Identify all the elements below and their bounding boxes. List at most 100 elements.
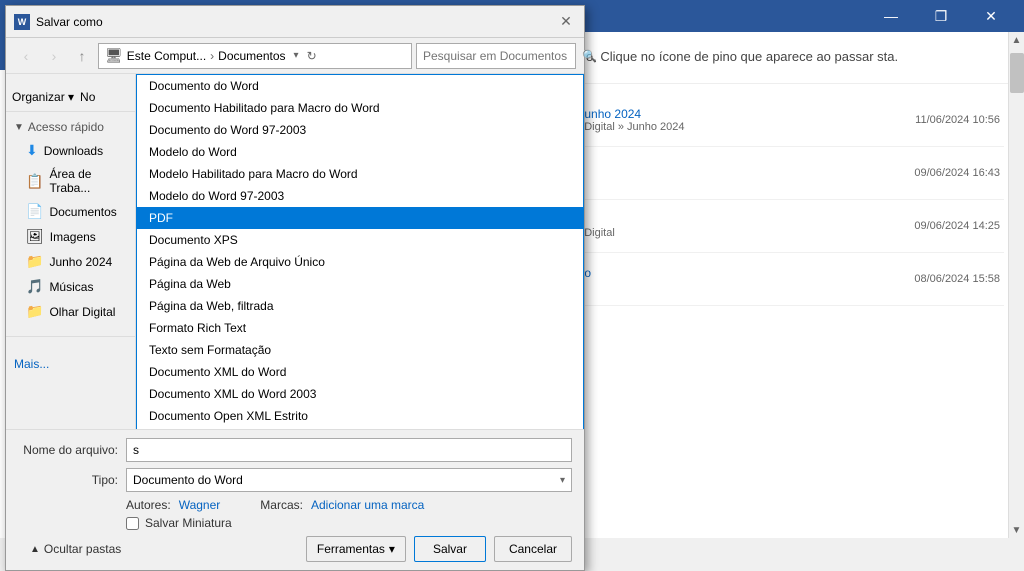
scroll-down-arrow[interactable]: ▼ <box>1009 522 1024 538</box>
dialog-body: Organizar ▾ No ▼ Acesso rápido ⬇ Downloa… <box>6 74 584 429</box>
quick-access-label: Acesso rápido <box>28 120 104 134</box>
marcas-label: Marcas: <box>260 498 303 512</box>
file-date: 09/06/2024 14:25 <box>914 220 1000 232</box>
tools-label: Ferramentas <box>317 542 385 556</box>
hide-folders-label[interactable]: Ocultar pastas <box>44 542 121 556</box>
dropdown-item-doc-word[interactable]: Documento do Word <box>137 75 583 97</box>
new-folder-btn[interactable]: No <box>80 90 95 104</box>
filename-input[interactable] <box>126 438 572 462</box>
type-select[interactable]: Documento do Word ▾ <box>126 468 572 492</box>
file-date: 08/06/2024 15:58 <box>914 273 1000 285</box>
dropdown-item-texto-sem-format[interactable]: Texto sem Formatação <box>137 339 583 361</box>
word-icon: W <box>14 14 30 30</box>
sidebar-item-label: Músicas <box>49 280 93 294</box>
downloads-icon: ⬇ <box>26 142 38 159</box>
imagens-icon: 🖼 <box>26 228 44 245</box>
sidebar-item-musicas[interactable]: 🎵 Músicas <box>6 274 135 299</box>
sidebar-more-section: Mais... <box>6 336 135 375</box>
autores-value[interactable]: Wagner <box>179 498 221 512</box>
search-icon: 🔍 <box>582 49 597 63</box>
documentos-icon: 📄 <box>26 203 43 220</box>
up-btn[interactable]: ↑ <box>70 44 94 68</box>
sidebar-item-area-trabalho[interactable]: 📋 Área de Traba... <box>6 163 135 199</box>
filename-row: Nome do arquivo: <box>18 438 572 462</box>
hide-folders-icon: ▲ <box>30 544 40 555</box>
scroll-track[interactable] <box>1009 48 1024 522</box>
back-btn[interactable]: ‹ <box>14 44 38 68</box>
sidebar-toolbar: Organizar ▾ No <box>6 82 135 112</box>
sidebar-item-label: Área de Traba... <box>49 167 127 195</box>
dropdown-item-doc-97-2003[interactable]: Documento do Word 97-2003 <box>137 119 583 141</box>
filename-label: Nome do arquivo: <box>18 443 118 457</box>
word-maximize-btn[interactable]: ❐ <box>918 0 964 32</box>
address-dropdown-arrow[interactable]: ▾ <box>294 50 299 61</box>
forward-btn[interactable]: › <box>42 44 66 68</box>
sidebar-item-label: Downloads <box>44 144 103 158</box>
computer-icon: 🖥 <box>105 47 123 64</box>
musicas-icon: 🎵 <box>26 278 43 295</box>
file-date: 09/06/2024 16:43 <box>914 167 1000 179</box>
quick-access-section: ▼ Acesso rápido ⬇ Downloads 📋 Área de Tr… <box>6 112 135 328</box>
sidebar-item-downloads[interactable]: ⬇ Downloads <box>6 138 135 163</box>
file-date: 11/06/2024 10:56 <box>915 114 1000 126</box>
dialog-main-area: Documento do Word Documento Habilitado p… <box>136 74 584 429</box>
meta-row: Autores: Wagner Marcas: Adicionar uma ma… <box>18 498 572 512</box>
sidebar-item-imagens[interactable]: 🖼 Imagens <box>6 224 135 249</box>
dropdown-item-pdf[interactable]: PDF <box>137 207 583 229</box>
sidebar-item-documentos[interactable]: 📄 Documentos <box>6 199 135 224</box>
organize-btn[interactable]: Organizar ▾ <box>12 90 74 104</box>
filetype-dropdown[interactable]: Documento do Word Documento Habilitado p… <box>136 74 584 429</box>
dropdown-item-pagina-filtrada[interactable]: Página da Web, filtrada <box>137 295 583 317</box>
tools-btn[interactable]: Ferramentas ▾ <box>306 536 406 562</box>
dropdown-item-texto-opendoc[interactable]: Texto do OpenDocument <box>137 427 583 429</box>
folder-olhar-icon: 📁 <box>26 303 43 320</box>
save-miniature-label: Salvar Miniatura <box>145 516 232 530</box>
dialog-titlebar: W Salvar como ✕ <box>6 6 584 38</box>
dropdown-item-open-xml[interactable]: Documento Open XML Estrito <box>137 405 583 427</box>
sidebar-item-label: Documentos <box>49 205 116 219</box>
sidebar-item-olhar-digital[interactable]: 📁 Olhar Digital <box>6 299 135 324</box>
dropdown-item-modelo-macro[interactable]: Modelo Habilitado para Macro do Word <box>137 163 583 185</box>
quick-access-header[interactable]: ▼ Acesso rápido <box>6 116 135 138</box>
search-input[interactable] <box>423 49 578 63</box>
buttons-row: ▲ Ocultar pastas Ferramentas ▾ Salvar Ca… <box>18 536 572 562</box>
scroll-up-arrow[interactable]: ▲ <box>1009 32 1024 48</box>
dropdown-item-modelo-97-2003[interactable]: Modelo do Word 97-2003 <box>137 185 583 207</box>
dialog-toolbar: ‹ › ↑ 🖥 Este Comput... › Documentos ▾ ↻ … <box>6 38 584 74</box>
dropdown-item-xml-word-2003[interactable]: Documento XML do Word 2003 <box>137 383 583 405</box>
sidebar-item-junho[interactable]: 📁 Junho 2024 <box>6 249 135 274</box>
autores-label: Autores: <box>126 498 171 512</box>
dialog-title: Salvar como <box>36 15 556 29</box>
address-bar[interactable]: 🖥 Este Comput... › Documentos ▾ ↻ <box>98 43 412 69</box>
dropdown-item-pagina-web[interactable]: Página da Web <box>137 273 583 295</box>
dropdown-item-doc-xps[interactable]: Documento XPS <box>137 229 583 251</box>
search-box[interactable]: 🔍 <box>416 43 576 69</box>
scrollbar[interactable]: ▲ ▼ <box>1008 32 1024 538</box>
address-separator-1: › <box>210 49 214 63</box>
mais-btn[interactable]: Mais... <box>14 357 49 371</box>
dropdown-item-xml-word[interactable]: Documento XML do Word <box>137 361 583 383</box>
word-close-btn[interactable]: ✕ <box>968 0 1014 32</box>
dialog-sidebar: Organizar ▾ No ▼ Acesso rápido ⬇ Downloa… <box>6 74 136 429</box>
address-refresh-btn[interactable]: ↻ <box>307 49 317 63</box>
sidebar-item-label: Olhar Digital <box>49 305 115 319</box>
checkbox-row: Salvar Miniatura <box>18 516 572 530</box>
dropdown-item-rich-text[interactable]: Formato Rich Text <box>137 317 583 339</box>
save-btn[interactable]: Salvar <box>414 536 486 562</box>
area-trabalho-icon: 📋 <box>26 173 43 190</box>
tools-arrow-icon: ▾ <box>389 542 395 556</box>
word-minimize-btn[interactable]: — <box>868 0 914 32</box>
section-expand-icon: ▼ <box>14 122 24 133</box>
dialog-close-btn[interactable]: ✕ <box>556 12 576 32</box>
dropdown-item-modelo-word[interactable]: Modelo do Word <box>137 141 583 163</box>
dropdown-item-doc-macro[interactable]: Documento Habilitado para Macro do Word <box>137 97 583 119</box>
hide-folders-section: ▲ Ocultar pastas <box>18 538 133 560</box>
save-miniature-checkbox[interactable] <box>126 517 139 530</box>
cancel-btn[interactable]: Cancelar <box>494 536 572 562</box>
scroll-thumb[interactable] <box>1010 53 1024 93</box>
dropdown-item-pagina-arquivo-unico[interactable]: Página da Web de Arquivo Único <box>137 251 583 273</box>
sidebar-item-label: Imagens <box>50 230 96 244</box>
address-part-2: Documentos <box>218 49 285 63</box>
marcas-value[interactable]: Adicionar uma marca <box>311 498 424 512</box>
address-part-1: Este Comput... <box>127 49 206 63</box>
